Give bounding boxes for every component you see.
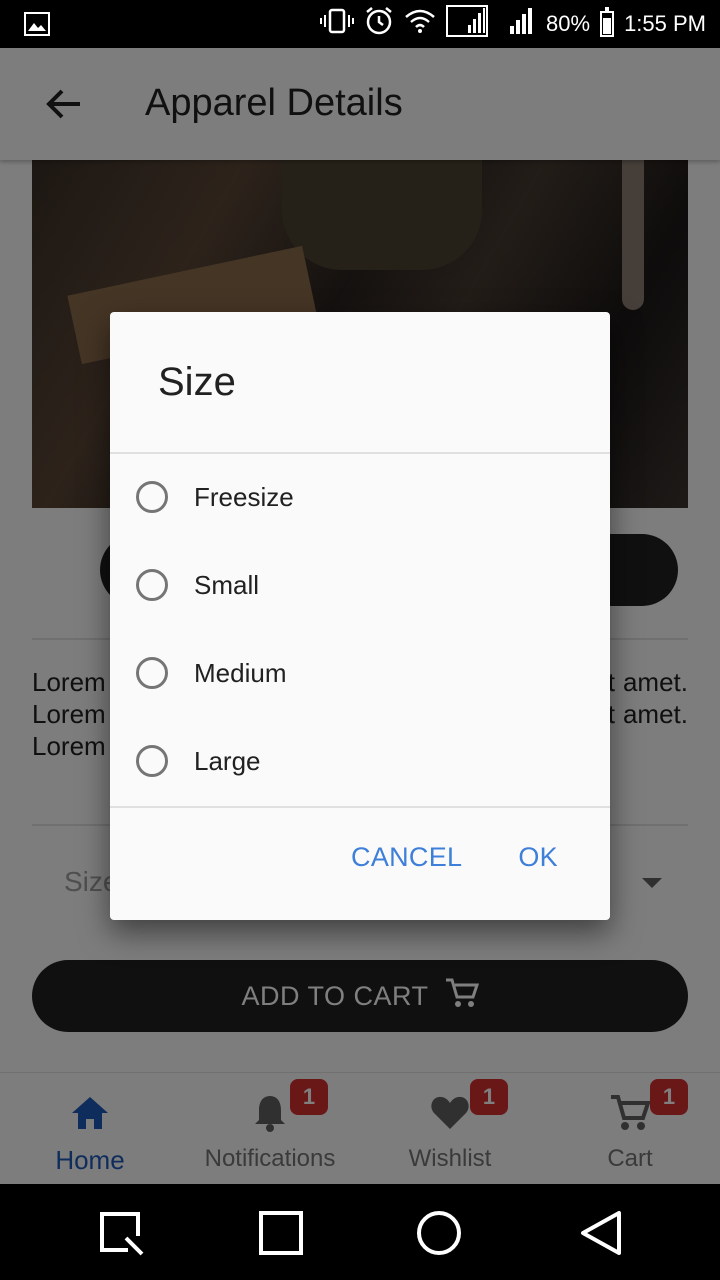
size-dialog: Size Freesize Small Medium Large CANCEL … bbox=[110, 312, 610, 920]
circle-home-icon[interactable] bbox=[414, 1208, 464, 1258]
vibrate-icon bbox=[320, 8, 355, 40]
size-option-medium[interactable]: Medium bbox=[110, 629, 610, 717]
clock: 1:55 PM bbox=[624, 11, 706, 36]
option-label: Large bbox=[194, 745, 261, 776]
square-home-icon[interactable] bbox=[256, 1208, 306, 1258]
battery-percent: 80% bbox=[546, 11, 591, 36]
battery-icon bbox=[600, 7, 615, 37]
radio-button[interactable] bbox=[136, 481, 168, 513]
system-navigation-bar bbox=[0, 1184, 720, 1280]
option-label: Freesize bbox=[194, 481, 294, 512]
gallery-notification-icon bbox=[24, 12, 50, 41]
status-bar: 80% 1:55 PM bbox=[0, 0, 720, 48]
signal-sim2-icon bbox=[498, 6, 536, 42]
dialog-title: Size bbox=[158, 360, 236, 404]
radio-button[interactable] bbox=[136, 657, 168, 689]
option-label: Small bbox=[194, 569, 260, 600]
alarm-icon bbox=[364, 6, 394, 42]
recent-apps-icon[interactable] bbox=[96, 1208, 146, 1258]
dialog-divider bbox=[110, 806, 610, 808]
size-option-small[interactable]: Small bbox=[110, 541, 610, 629]
radio-button[interactable] bbox=[136, 745, 168, 777]
size-option-freesize[interactable]: Freesize bbox=[110, 453, 610, 541]
size-option-large[interactable]: Large bbox=[110, 717, 610, 805]
back-triangle-icon[interactable] bbox=[576, 1208, 626, 1258]
ok-button[interactable]: OK bbox=[518, 842, 558, 873]
cancel-button[interactable]: CANCEL bbox=[351, 842, 462, 873]
signal-sim1-icon bbox=[446, 5, 489, 43]
wifi-icon bbox=[404, 9, 436, 39]
radio-button[interactable] bbox=[136, 569, 168, 601]
option-label: Medium bbox=[194, 657, 287, 688]
